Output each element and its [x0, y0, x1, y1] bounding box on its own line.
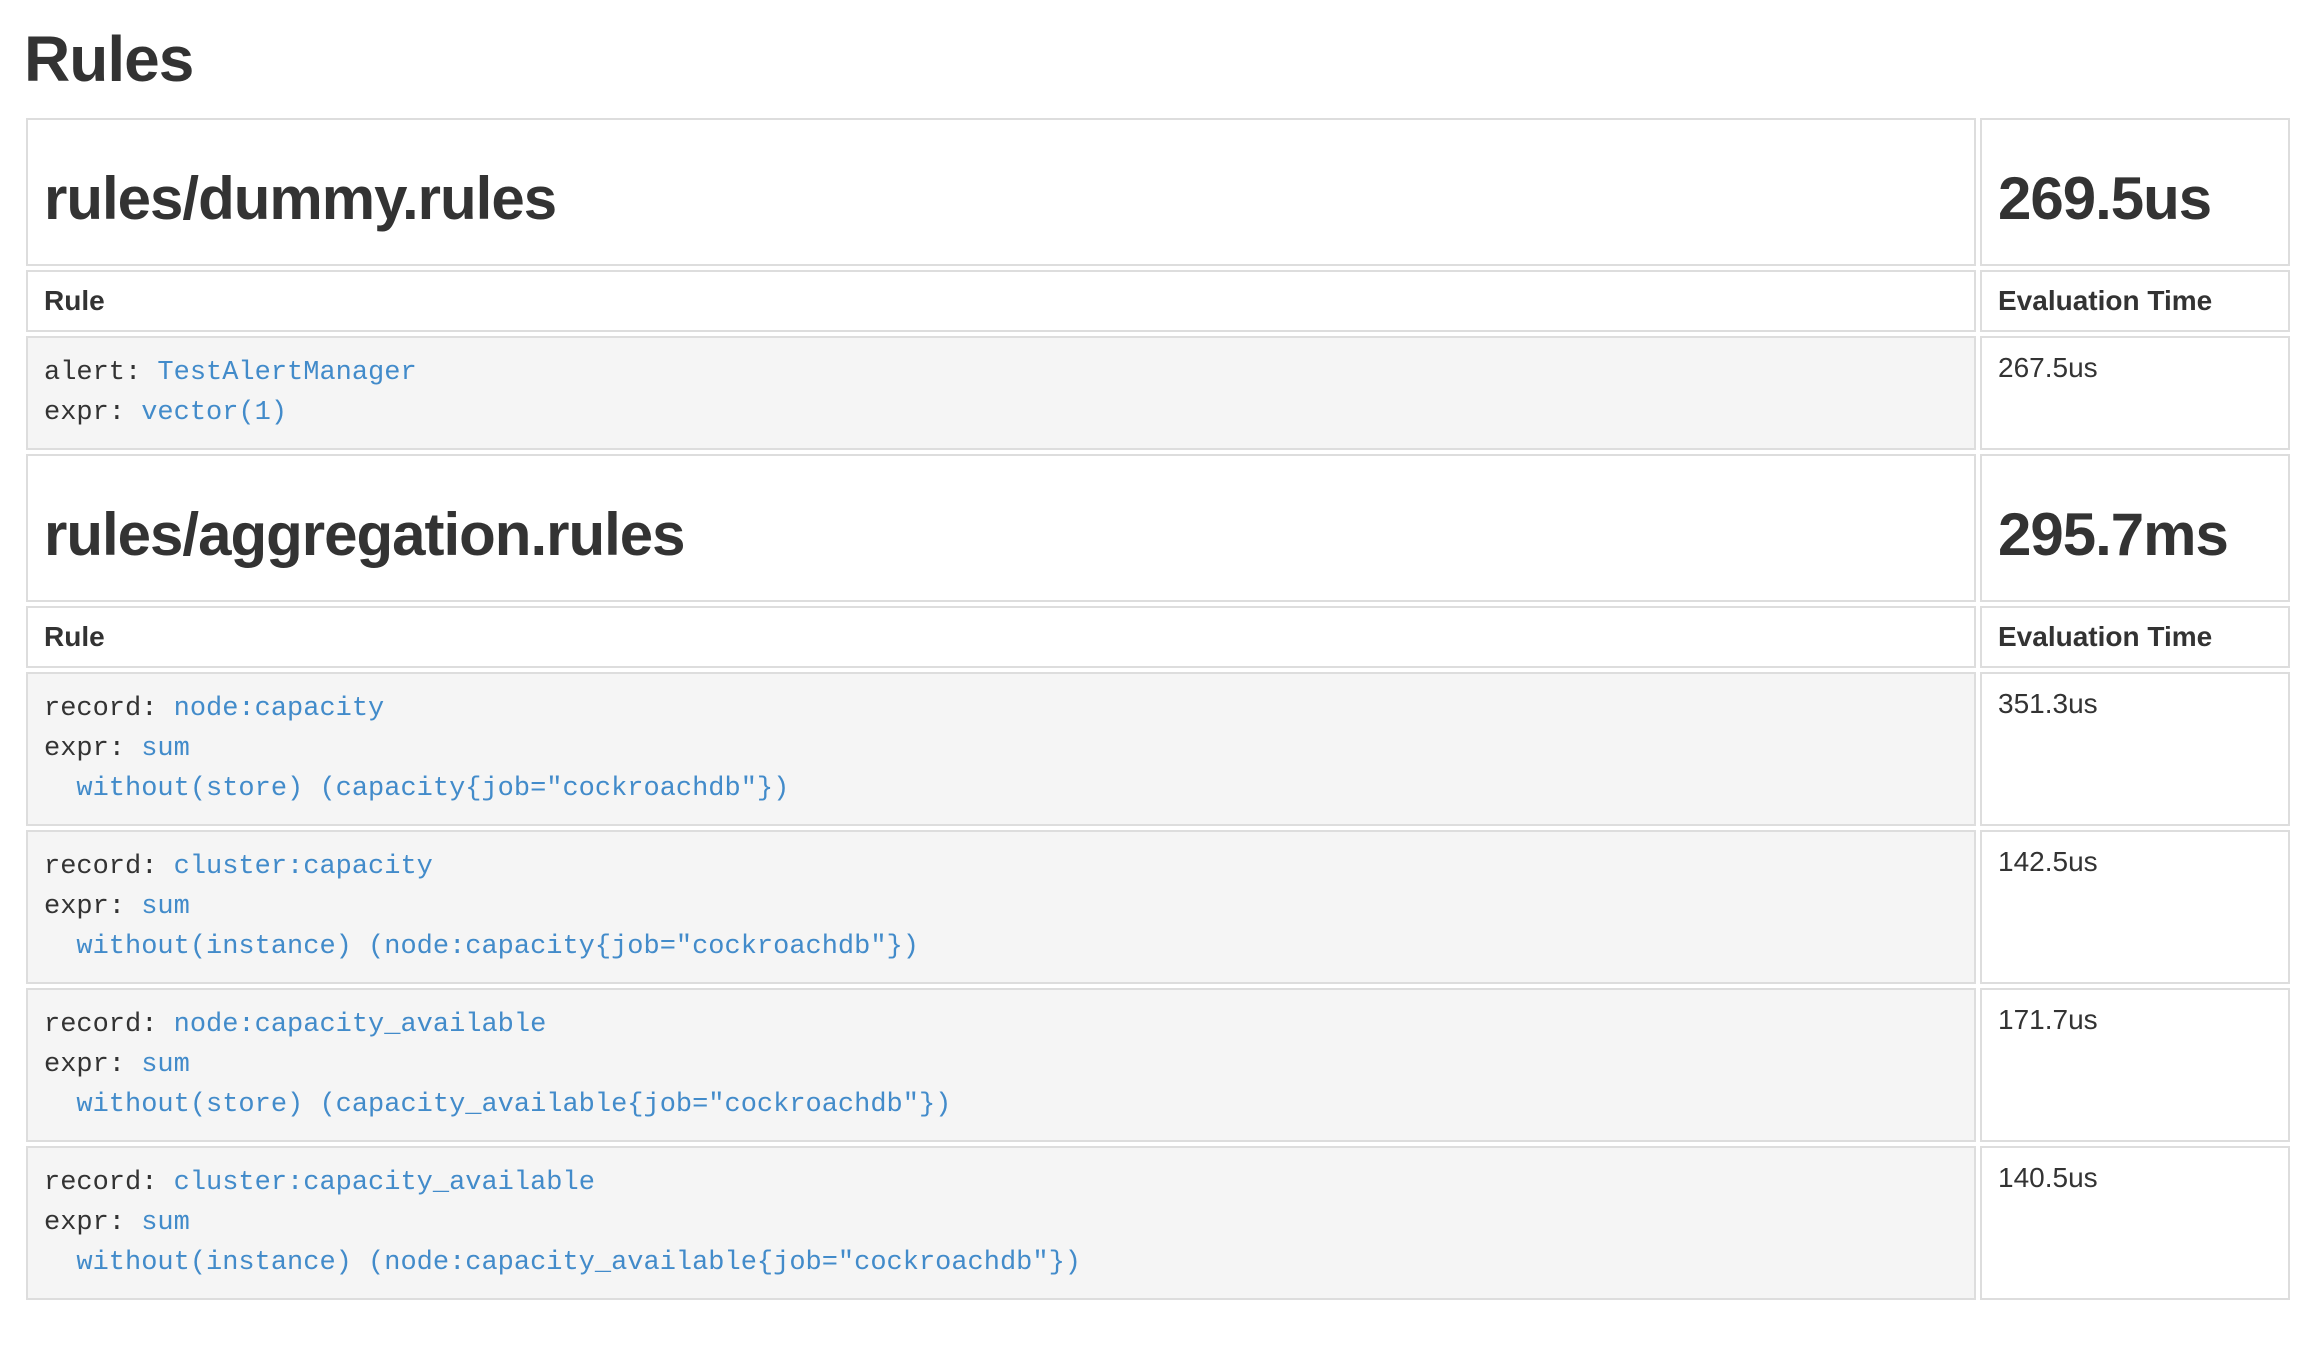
group-header-row: rules/aggregation.rules 295.7ms [26, 454, 2290, 602]
rule-expr-link[interactable]: vector(1) [141, 398, 287, 428]
rule-cell: record: cluster:capacity expr: sum witho… [26, 830, 1976, 984]
group-file-cell: rules/aggregation.rules [26, 454, 1976, 602]
rule-name-link[interactable]: cluster:capacity [174, 852, 433, 882]
expr-keyword: expr: [44, 892, 125, 922]
rule-row: record: cluster:capacity expr: sum witho… [26, 830, 2290, 984]
group-total-evaluation-time: 269.5us [1998, 166, 2272, 232]
evaluation-time-cell: 267.5us [1980, 336, 2290, 450]
evaluation-time-cell: 351.3us [1980, 672, 2290, 826]
rule-row: alert: TestAlertManager expr: vector(1)2… [26, 336, 2290, 450]
rule-name-link[interactable]: cluster:capacity_available [174, 1168, 595, 1198]
group-total-evaluation-time: 295.7ms [1998, 502, 2272, 568]
group-header-row: rules/dummy.rules 269.5us [26, 118, 2290, 266]
rule-name-link[interactable]: node:capacity [174, 694, 385, 724]
rule-expr-link[interactable]: sum without(instance) (node:capacity_ava… [44, 1208, 1081, 1278]
rule-row: record: node:capacity_available expr: su… [26, 988, 2290, 1142]
group-file-name: rules/aggregation.rules [44, 502, 1958, 568]
rule-cell: record: cluster:capacity_available expr:… [26, 1146, 1976, 1300]
rule-column-header: Rule [26, 606, 1976, 668]
expr-keyword: expr: [44, 1208, 125, 1238]
expr-keyword: expr: [44, 734, 125, 764]
rule-keyword: record: [44, 1168, 157, 1198]
expr-keyword: expr: [44, 398, 125, 428]
group-file-cell: rules/dummy.rules [26, 118, 1976, 266]
group-total-time-cell: 295.7ms [1980, 454, 2290, 602]
rule-keyword: alert: [44, 358, 141, 388]
evaluation-time-cell: 142.5us [1980, 830, 2290, 984]
rule-keyword: record: [44, 1010, 157, 1040]
rules-table-body: rules/dummy.rules269.5usRuleEvaluation T… [26, 118, 2290, 1300]
page-title: Rules [24, 24, 2294, 94]
evaluation-time-cell: 140.5us [1980, 1146, 2290, 1300]
column-header-row: RuleEvaluation Time [26, 270, 2290, 332]
rule-definition: record: node:capacity_available expr: su… [28, 990, 1974, 1140]
rule-definition: record: cluster:capacity_available expr:… [28, 1148, 1974, 1298]
group-total-time-cell: 269.5us [1980, 118, 2290, 266]
rule-keyword: record: [44, 694, 157, 724]
rule-row: record: cluster:capacity_available expr:… [26, 1146, 2290, 1300]
rule-expr-link[interactable]: sum without(store) (capacity_available{j… [44, 1050, 951, 1120]
rule-row: record: node:capacity expr: sum without(… [26, 672, 2290, 826]
column-header-row: RuleEvaluation Time [26, 606, 2290, 668]
rule-expr-link[interactable]: sum without(instance) (node:capacity{job… [44, 892, 919, 962]
rule-name-link[interactable]: node:capacity_available [174, 1010, 547, 1040]
expr-keyword: expr: [44, 1050, 125, 1080]
rule-keyword: record: [44, 852, 157, 882]
rule-column-header: Rule [26, 270, 1976, 332]
rule-cell: record: node:capacity_available expr: su… [26, 988, 1976, 1142]
rule-cell: alert: TestAlertManager expr: vector(1) [26, 336, 1976, 450]
rules-table: rules/dummy.rules269.5usRuleEvaluation T… [22, 114, 2294, 1304]
rule-definition: record: cluster:capacity expr: sum witho… [28, 832, 1974, 982]
rule-cell: record: node:capacity expr: sum without(… [26, 672, 1976, 826]
rule-definition: record: node:capacity expr: sum without(… [28, 674, 1974, 824]
rule-name-link[interactable]: TestAlertManager [157, 358, 416, 388]
group-file-name: rules/dummy.rules [44, 166, 1958, 232]
evaluation-time-column-header: Evaluation Time [1980, 270, 2290, 332]
rules-page: Rules rules/dummy.rules269.5usRuleEvalua… [0, 24, 2316, 1304]
evaluation-time-column-header: Evaluation Time [1980, 606, 2290, 668]
rule-expr-link[interactable]: sum without(store) (capacity{job="cockro… [44, 734, 789, 804]
rule-definition: alert: TestAlertManager expr: vector(1) [28, 338, 1974, 448]
evaluation-time-cell: 171.7us [1980, 988, 2290, 1142]
